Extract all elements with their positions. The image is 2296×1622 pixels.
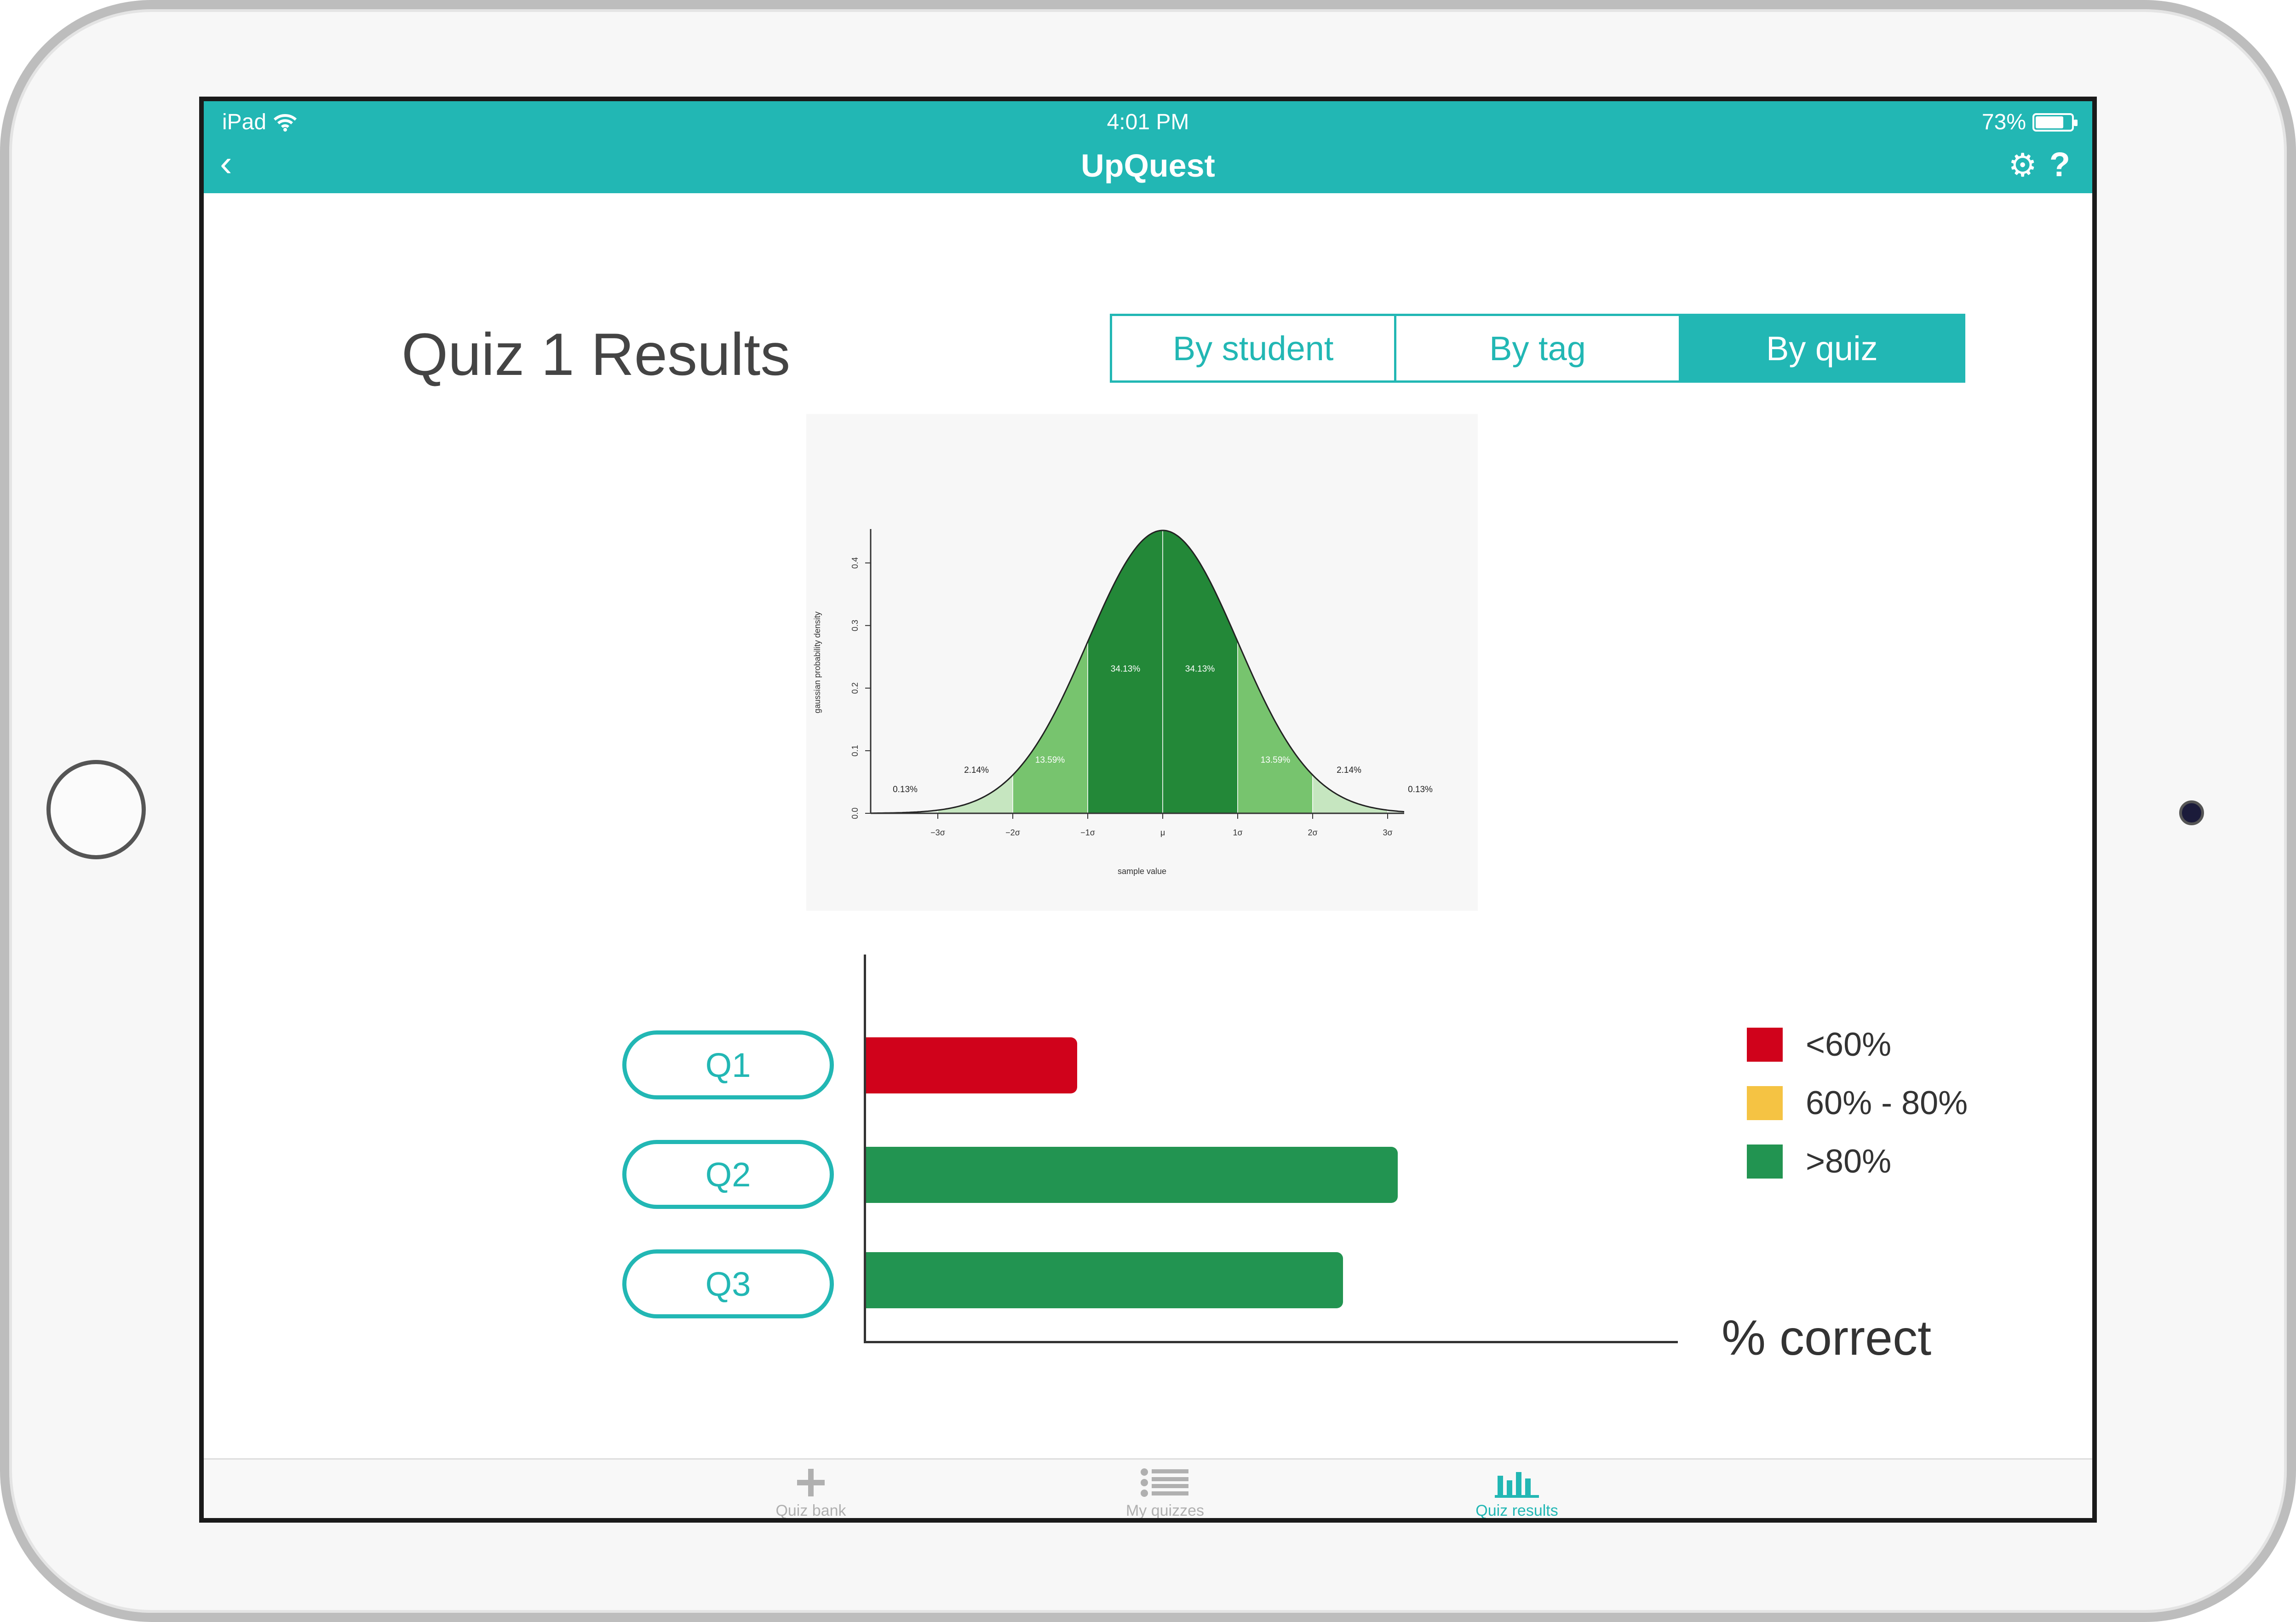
battery-icon [2032, 113, 2078, 132]
bell-region-label: 34.13% [1111, 664, 1141, 674]
tab-label: Quiz results [1475, 1502, 1558, 1519]
bar-chart-x-label: % correct [1722, 1310, 1932, 1365]
legend-item-mid: 60% - 80% [1747, 1084, 1968, 1122]
bar-chart-icon [1425, 1464, 1609, 1501]
bell-region-label: 13.59% [1035, 755, 1065, 765]
tab-my-quizzes[interactable]: My quizzes [1073, 1464, 1257, 1519]
legend-swatch-red [1747, 1028, 1783, 1062]
question-button-q3[interactable]: Q3 [622, 1249, 834, 1318]
legend-swatch-green [1747, 1145, 1783, 1179]
legend-label-low: <60% [1806, 1026, 1892, 1063]
home-button[interactable] [46, 760, 146, 859]
segment-by-tag[interactable]: By tag [1394, 316, 1679, 380]
bell-x-tick-label: −3σ [930, 828, 945, 837]
view-segmented-control: By student By tag By quiz [1110, 314, 1965, 383]
bar-chart-x-axis [864, 1341, 1678, 1343]
status-time: 4:01 PM [1107, 110, 1189, 134]
bell-y-label: gaussian probability density [813, 611, 822, 713]
question-button-q1[interactable]: Q1 [622, 1030, 834, 1099]
tab-label: Quiz bank [775, 1502, 846, 1519]
bell-y-tick-label: 0.1 [850, 745, 860, 756]
legend-swatch-yellow [1747, 1086, 1783, 1120]
tab-label: My quizzes [1125, 1502, 1205, 1519]
bell-y-tick-label: 0.0 [850, 807, 860, 819]
bar-q1 [866, 1037, 1077, 1093]
page-title: Quiz 1 Results [402, 321, 791, 388]
bell-region-label: 13.59% [1261, 755, 1291, 765]
legend-label-mid: 60% - 80% [1806, 1085, 1968, 1122]
help-icon[interactable]: ? [2049, 145, 2070, 184]
legend-label-high: >80% [1806, 1143, 1892, 1180]
plus-icon [719, 1464, 903, 1501]
bar-q2 [866, 1147, 1398, 1203]
bell-x-tick-label: 1σ [1233, 828, 1242, 837]
camera-icon [2179, 800, 2204, 825]
bell-y-tick-label: 0.2 [850, 682, 860, 694]
list-icon [1073, 1464, 1257, 1501]
segment-by-student[interactable]: By student [1112, 316, 1395, 380]
bell-curve-chart: 0.0 0.1 0.2 0.3 0.4 −3σ −2σ −1σ μ 1σ 2σ 3σ gaussia… [806, 414, 1478, 911]
bell-region-label: 2.14% [1337, 765, 1361, 775]
bell-region-label: 0.13% [893, 785, 918, 794]
tab-bar: Quiz bank My quizzes Quiz results [204, 1458, 2092, 1519]
bell-y-tick-label: 0.4 [850, 557, 860, 569]
bell-y-tick-label: 0.3 [850, 620, 860, 631]
status-right: 73% [1981, 109, 2078, 135]
app-title: UpQuest [1081, 148, 1215, 184]
bell-x-tick-label: μ [1160, 828, 1165, 837]
bell-region-label: 0.13% [1408, 785, 1433, 794]
bell-x-label: sample value [1118, 867, 1166, 876]
bell-region-label: 2.14% [964, 765, 989, 775]
bell-x-tick-label: −2σ [1005, 828, 1020, 837]
bar-q3 [866, 1252, 1343, 1308]
bell-region-label: 34.13% [1185, 664, 1215, 674]
legend-item-high: >80% [1747, 1143, 1891, 1180]
legend-item-low: <60% [1747, 1026, 1891, 1064]
status-bar: iPad 4:01 PM 73% ‹ UpQuest ⚙ ? [204, 101, 2092, 193]
segment-by-quiz[interactable]: By quiz [1678, 316, 1963, 380]
tab-quiz-bank[interactable]: Quiz bank [719, 1464, 903, 1519]
screen: iPad 4:01 PM 73% ‹ UpQuest ⚙ ? Quiz 1 Re… [199, 97, 2097, 1523]
battery-percent: 73% [1981, 110, 2026, 134]
bell-x-tick-label: −1σ [1080, 828, 1095, 837]
tab-quiz-results[interactable]: Quiz results [1425, 1464, 1609, 1519]
bell-x-tick-label: 3σ [1383, 828, 1392, 837]
gear-icon[interactable]: ⚙ [2008, 146, 2037, 184]
question-button-q2[interactable]: Q2 [622, 1140, 834, 1209]
bell-x-tick-label: 2σ [1308, 828, 1317, 837]
